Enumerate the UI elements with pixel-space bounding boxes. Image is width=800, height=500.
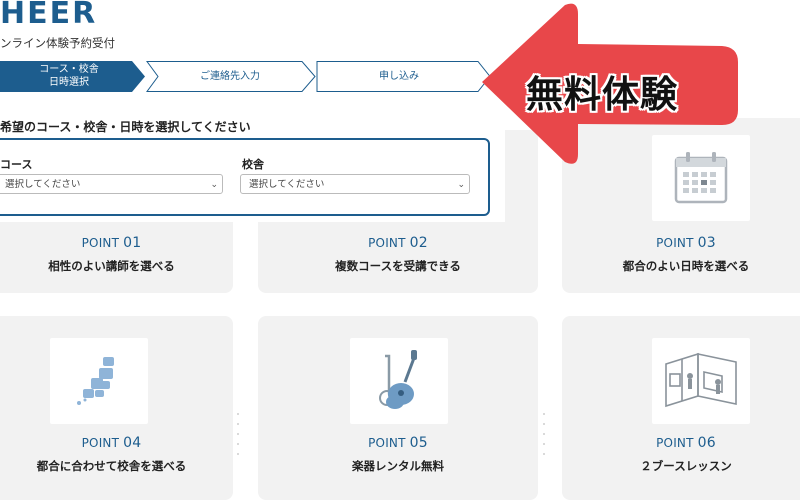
red-arrow-overlay (482, 3, 738, 164)
free-trial-label: 無料体験 (526, 72, 678, 116)
